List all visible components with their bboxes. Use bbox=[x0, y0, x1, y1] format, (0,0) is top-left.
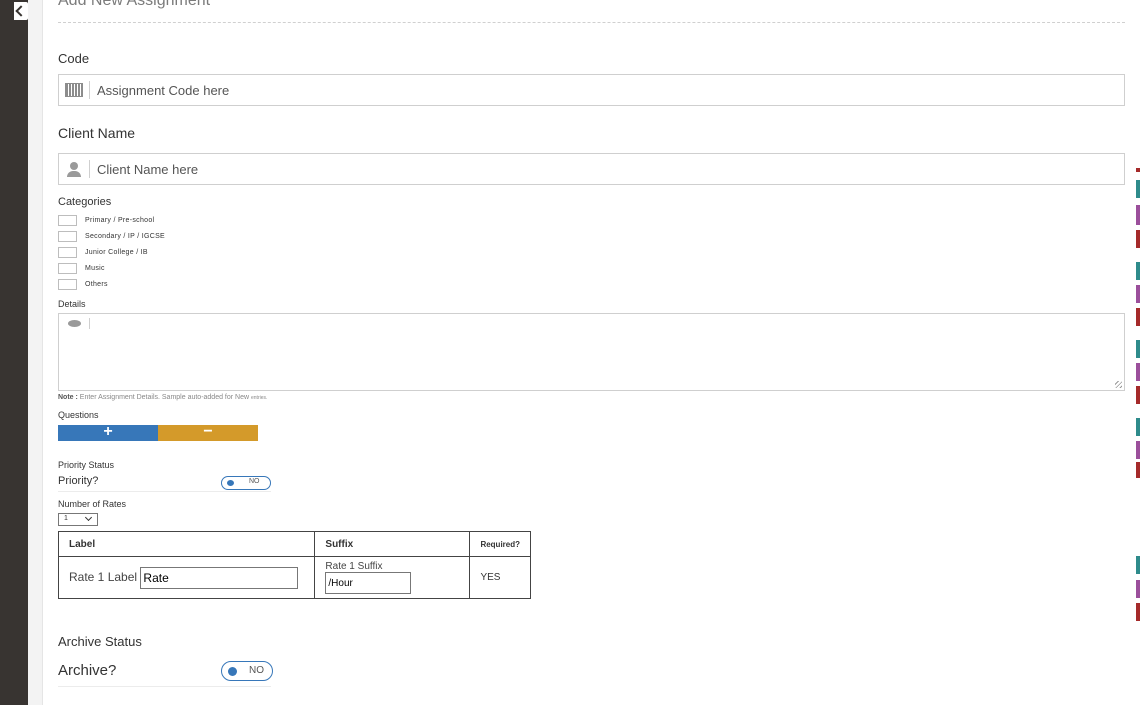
note-prefix: Note : bbox=[58, 394, 78, 401]
number-of-rates-label: Number of Rates bbox=[58, 499, 127, 509]
toggle-label: NO bbox=[249, 665, 264, 676]
addon-separator bbox=[89, 160, 90, 178]
title-divider bbox=[58, 22, 1125, 23]
categories-label: Categories bbox=[58, 196, 112, 208]
category-label: Junior College / IB bbox=[85, 248, 148, 256]
user-icon bbox=[59, 154, 89, 184]
rate-suffix-input[interactable] bbox=[325, 572, 412, 594]
checkbox[interactable] bbox=[58, 214, 77, 226]
checkbox[interactable] bbox=[58, 278, 77, 290]
edge-mark bbox=[1136, 262, 1140, 280]
client-name-field bbox=[58, 153, 1125, 185]
edge-mark bbox=[1136, 462, 1140, 478]
sidebar bbox=[0, 0, 28, 705]
rate-label-text: Rate 1 Label bbox=[69, 569, 138, 584]
toggle-label: NO bbox=[249, 478, 260, 485]
rate-label-input[interactable] bbox=[140, 566, 299, 589]
category-junior-college[interactable]: Junior College / IB bbox=[58, 246, 148, 258]
archive-divider bbox=[58, 686, 271, 687]
priority-section-label: Priority Status bbox=[58, 460, 115, 470]
rate-suffix-cell: Rate 1 Suffix bbox=[314, 556, 471, 599]
edge-mark bbox=[1136, 340, 1140, 358]
code-field bbox=[58, 74, 1125, 106]
addon-separator bbox=[89, 81, 90, 99]
checkbox[interactable] bbox=[58, 230, 77, 242]
column-header-required: Required? bbox=[469, 531, 531, 557]
category-label: Primary / Pre-school bbox=[85, 216, 155, 224]
category-others[interactable]: Others bbox=[58, 278, 108, 290]
priority-label: Priority? bbox=[58, 475, 99, 487]
details-note: Note : Enter Assignment Details. Sample … bbox=[58, 394, 267, 401]
add-question-button[interactable]: + bbox=[58, 424, 158, 441]
priority-toggle[interactable]: NO bbox=[221, 476, 271, 490]
assignment-form-panel: Add New Assignment Code Client Name Cate… bbox=[42, 0, 1136, 705]
note-small: entries. bbox=[251, 395, 268, 401]
edge-mark bbox=[1136, 180, 1140, 198]
edge-mark bbox=[1136, 386, 1140, 404]
rate-label-cell: Rate 1 Label bbox=[57, 556, 316, 599]
addon-separator bbox=[89, 318, 90, 329]
category-label: Others bbox=[85, 280, 108, 288]
checkbox[interactable] bbox=[58, 246, 77, 258]
category-primary[interactable]: Primary / Pre-school bbox=[58, 214, 154, 226]
code-label: Code bbox=[58, 51, 90, 66]
comment-icon bbox=[68, 320, 81, 327]
edge-mark bbox=[1136, 308, 1140, 326]
edge-mark bbox=[1136, 205, 1140, 225]
questions-label: Questions bbox=[58, 410, 99, 420]
note-text: Enter Assignment Details. Sample auto-ad… bbox=[79, 394, 251, 401]
edge-mark bbox=[1136, 168, 1140, 172]
edge-mark bbox=[1136, 556, 1140, 574]
rates-table: Label Suffix Required? Rate 1 Label Rate… bbox=[57, 531, 531, 599]
edge-mark bbox=[1136, 580, 1140, 598]
category-label: Music bbox=[85, 264, 105, 272]
client-name-label: Client Name bbox=[58, 125, 136, 141]
number-of-rates-select[interactable]: 1 bbox=[58, 513, 98, 526]
chevron-left-icon[interactable] bbox=[14, 2, 28, 20]
chevron-down-icon bbox=[84, 513, 93, 522]
archive-label: Archive? bbox=[58, 662, 117, 679]
category-secondary[interactable]: Secondary / IP / IGCSE bbox=[58, 230, 165, 242]
toggle-knob bbox=[228, 667, 237, 676]
remove-question-button[interactable]: − bbox=[158, 424, 258, 441]
category-label: Secondary / IP / IGCSE bbox=[85, 232, 166, 240]
edge-mark bbox=[1136, 603, 1140, 621]
page-title: Add New Assignment bbox=[58, 0, 211, 9]
edge-mark bbox=[1136, 230, 1140, 248]
code-input[interactable] bbox=[95, 75, 1119, 105]
edge-mark bbox=[1136, 441, 1140, 459]
column-header-label: Label bbox=[57, 531, 316, 557]
details-textarea[interactable] bbox=[58, 313, 1125, 391]
archive-section-label: Archive Status bbox=[58, 634, 142, 649]
table-header-row: Label Suffix Required? bbox=[57, 531, 531, 557]
barcode-icon bbox=[59, 75, 89, 105]
edge-mark bbox=[1136, 418, 1140, 436]
rate-suffix-text: Rate 1 Suffix bbox=[325, 561, 383, 572]
client-name-input[interactable] bbox=[95, 154, 1119, 184]
rate-required-cell: YES bbox=[469, 556, 531, 599]
edge-mark bbox=[1136, 363, 1140, 381]
category-music[interactable]: Music bbox=[58, 262, 105, 274]
select-value: 1 bbox=[64, 515, 68, 522]
table-row: Rate 1 Label Rate 1 Suffix YES bbox=[57, 556, 531, 599]
column-header-suffix: Suffix bbox=[314, 531, 471, 557]
edge-mark bbox=[1136, 285, 1140, 303]
checkbox[interactable] bbox=[58, 262, 77, 274]
details-label: Details bbox=[58, 299, 86, 309]
resize-grip-icon[interactable] bbox=[1115, 381, 1122, 388]
priority-divider bbox=[58, 491, 271, 492]
archive-toggle[interactable]: NO bbox=[221, 661, 273, 681]
toggle-knob bbox=[227, 480, 234, 486]
